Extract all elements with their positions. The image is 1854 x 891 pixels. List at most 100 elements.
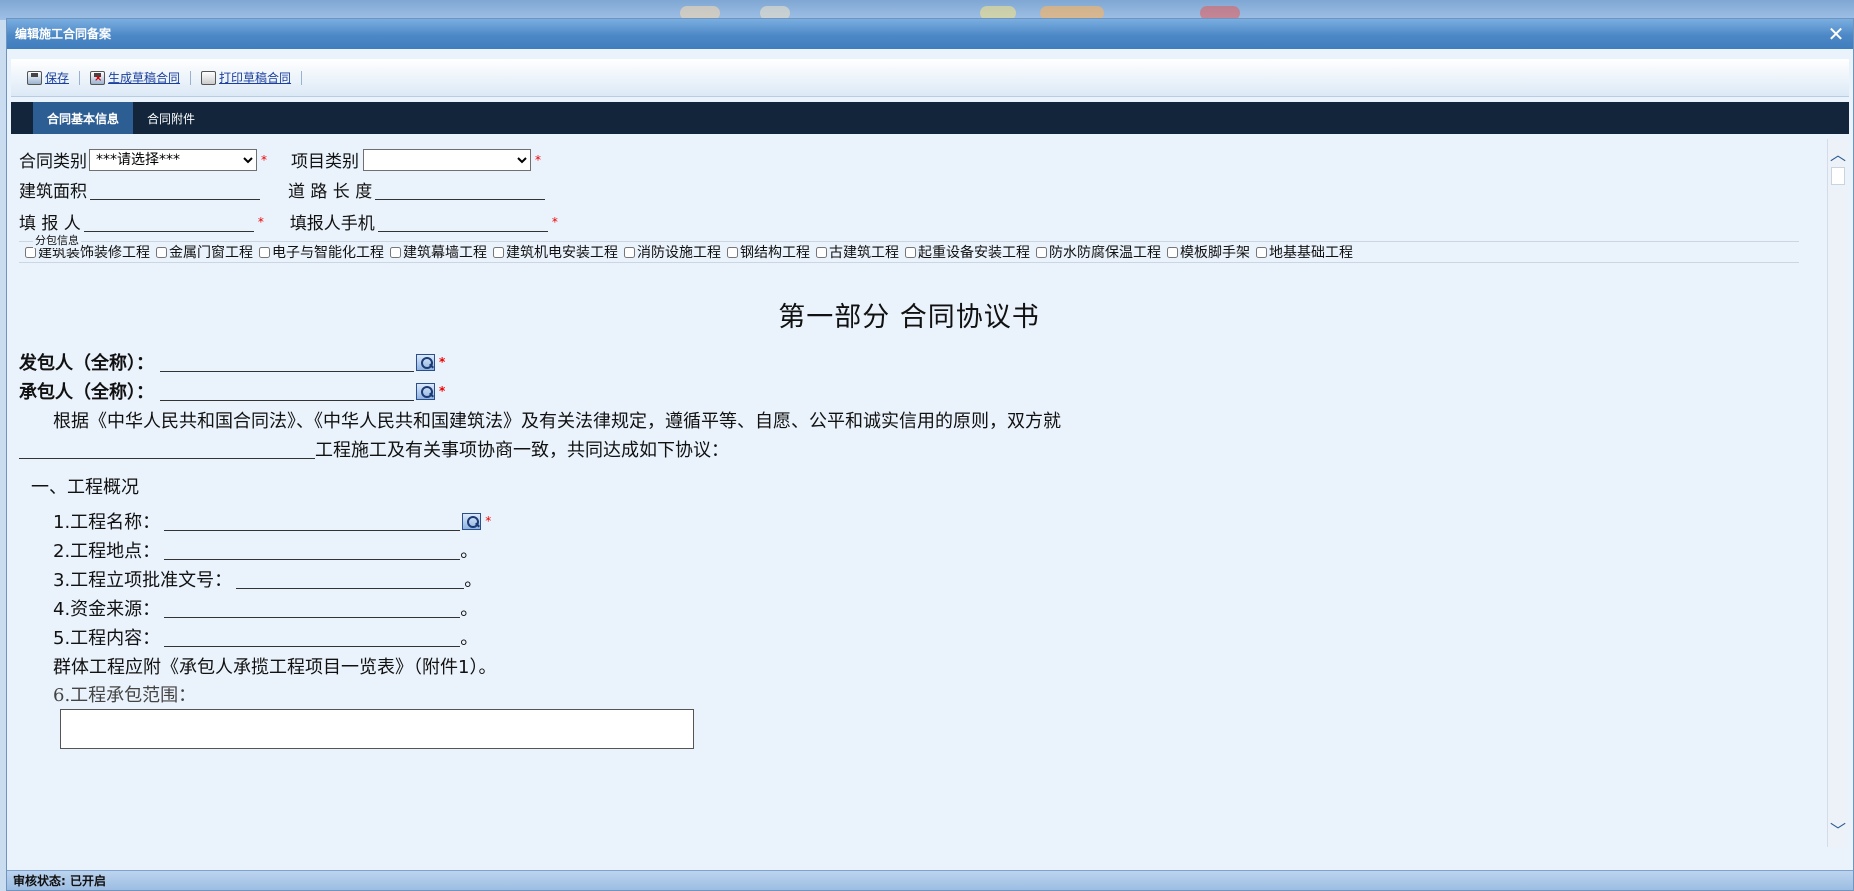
checkbox[interactable]: [727, 246, 738, 258]
group-note-row: 群体工程应附《承包人承揽工程项目一览表》（附件1）。: [53, 653, 496, 679]
checkbox[interactable]: [905, 246, 916, 258]
checkbox[interactable]: [493, 246, 504, 258]
search-picker-icon[interactable]: [462, 512, 482, 530]
required-mark: *: [261, 152, 267, 167]
contractor-label: 承包人（全称）：: [19, 382, 154, 403]
tab-contract-attachments[interactable]: 合同附件: [133, 102, 209, 134]
approval-number-input[interactable]: [236, 569, 465, 589]
approval-number-label: 3.工程立项批准文号：: [53, 570, 233, 591]
checkbox[interactable]: [1036, 246, 1047, 258]
save-icon: [27, 70, 42, 85]
checkbox[interactable]: [25, 246, 36, 258]
project-location-row: 2.工程地点： 。: [53, 537, 478, 563]
project-type-label: 项目类别: [291, 152, 359, 172]
period: 。: [460, 541, 479, 562]
required-mark: *: [551, 214, 558, 229]
checkbox[interactable]: [1256, 246, 1267, 258]
scroll-up-icon[interactable]: ︿: [1828, 145, 1847, 165]
window-titlebar[interactable]: 编辑施工合同备案 ✕: [7, 19, 1853, 49]
checkbox[interactable]: [816, 246, 827, 258]
contract-type-label: 合同类别: [19, 152, 87, 172]
checkbox-label: 电子与智能化工程: [272, 245, 384, 261]
subcontract-checkbox[interactable]: 起重设备安装工程: [905, 242, 1030, 262]
project-name-label: 1.工程名称：: [53, 512, 161, 533]
funding-source-row: 4.资金来源： 。: [53, 595, 478, 621]
project-name-inline-input[interactable]: [19, 439, 315, 459]
subcontract-checkbox[interactable]: 模板脚手架: [1167, 242, 1250, 262]
checkbox-label: 模板脚手架: [1180, 245, 1250, 261]
required-mark: *: [439, 384, 446, 398]
employer-input[interactable]: [160, 352, 414, 372]
subcontract-checkbox[interactable]: 电子与智能化工程: [259, 242, 384, 262]
employer-row: 发包人（全称）： *: [19, 349, 445, 375]
subcontract-checkbox[interactable]: 建筑机电安装工程: [493, 242, 618, 262]
contractor-input[interactable]: [160, 381, 414, 401]
project-content-input[interactable]: [164, 627, 461, 647]
required-mark: *: [485, 514, 492, 528]
project-name-input[interactable]: [164, 511, 461, 531]
checkbox[interactable]: [624, 246, 635, 258]
scroll-thumb[interactable]: [1831, 167, 1845, 185]
status-bar: 审核状态: 已开启: [7, 870, 1853, 890]
checkbox[interactable]: [1167, 246, 1178, 258]
building-area-input[interactable]: [90, 180, 260, 200]
required-mark: *: [535, 152, 541, 167]
required-mark: *: [439, 355, 446, 369]
subcontract-checkbox[interactable]: 金属门窗工程: [156, 242, 253, 262]
project-location-input[interactable]: [164, 540, 461, 560]
project-name-row: 1.工程名称： *: [53, 508, 491, 534]
search-picker-icon[interactable]: [416, 353, 435, 371]
road-length-input[interactable]: [375, 180, 546, 200]
reporter-row: 填 报 人 * 填报人手机 *: [19, 209, 558, 234]
contractor-row: 承包人（全称）： *: [19, 378, 445, 404]
project-content-row: 5.工程内容： 。: [53, 624, 478, 650]
subcontract-checkbox[interactable]: 钢结构工程: [727, 242, 810, 262]
print-draft-label: 打印草稿合同: [219, 71, 292, 85]
document-title: 第一部分 合同协议书: [778, 302, 1040, 333]
scroll-down-icon[interactable]: ﹀: [1828, 821, 1847, 841]
scope-textarea[interactable]: [60, 709, 694, 749]
section-1-title: 一、工程概况: [31, 477, 139, 498]
checkbox[interactable]: [156, 246, 167, 258]
tab-bar: 合同基本信息 合同附件: [11, 102, 1849, 134]
scope-label: 6.工程承包范围：: [53, 685, 197, 706]
reporter-phone-input[interactable]: [377, 212, 548, 232]
reporter-input[interactable]: [83, 212, 254, 232]
checkbox[interactable]: [259, 246, 270, 258]
required-mark: *: [257, 214, 264, 229]
funding-source-input[interactable]: [164, 598, 461, 618]
funding-source-label: 4.资金来源：: [53, 599, 161, 620]
checkbox-label: 防水防腐保温工程: [1049, 245, 1161, 261]
checkbox-label: 地基基础工程: [1269, 245, 1353, 261]
project-type-select[interactable]: [363, 148, 531, 171]
status-text: 审核状态: 已开启: [13, 874, 106, 888]
subcontract-group: 建筑装饰装修工程 金属门窗工程 电子与智能化工程 建筑幕墙工程 建筑机电安装工程…: [19, 241, 1799, 263]
subcontract-checkbox[interactable]: 古建筑工程: [816, 242, 899, 262]
print-draft-button[interactable]: 打印草稿合同: [201, 69, 291, 86]
close-icon[interactable]: ✕: [1825, 19, 1847, 49]
intro-text-1: 根据《中华人民共和国合同法》、《中华人民共和国建筑法》及有关法律规定，遵循平等、…: [53, 411, 1061, 432]
checkbox-label: 消防设施工程: [637, 245, 721, 261]
checkbox-label: 起重设备安装工程: [918, 245, 1030, 261]
subcontract-checkbox[interactable]: 消防设施工程: [624, 242, 721, 262]
checkbox[interactable]: [390, 246, 401, 258]
vertical-scrollbar[interactable]: ︿ ﹀: [1827, 139, 1847, 847]
contract-type-select[interactable]: ***请选择***: [89, 148, 257, 171]
checkbox-label: 钢结构工程: [740, 245, 810, 261]
toolbar: 保存 生成草稿合同 打印草稿合同: [11, 59, 1849, 97]
subcontract-checkbox[interactable]: 防水防腐保温工程: [1036, 242, 1161, 262]
subcontract-checkbox[interactable]: 地基基础工程: [1256, 242, 1353, 262]
generate-draft-icon: [90, 70, 106, 85]
generate-draft-button[interactable]: 生成草稿合同: [90, 69, 180, 86]
period: 。: [460, 628, 479, 649]
search-picker-icon[interactable]: [416, 382, 435, 400]
edit-contract-window: 编辑施工合同备案 ✕ 保存 生成草稿合同 打印草稿合同 合同基本信息 合同附件 …: [6, 18, 1854, 891]
section-1-heading: 一、工程概况: [31, 473, 139, 499]
road-length-label: 道 路 长 度: [288, 182, 373, 202]
window-title: 编辑施工合同备案: [15, 27, 112, 41]
tab-contract-basic-info[interactable]: 合同基本信息: [33, 102, 134, 134]
checkbox-label: 古建筑工程: [829, 245, 899, 261]
subcontract-checkbox[interactable]: 建筑幕墙工程: [390, 242, 487, 262]
subcontract-legend: 分包信息: [33, 232, 81, 248]
save-button[interactable]: 保存: [27, 69, 69, 86]
